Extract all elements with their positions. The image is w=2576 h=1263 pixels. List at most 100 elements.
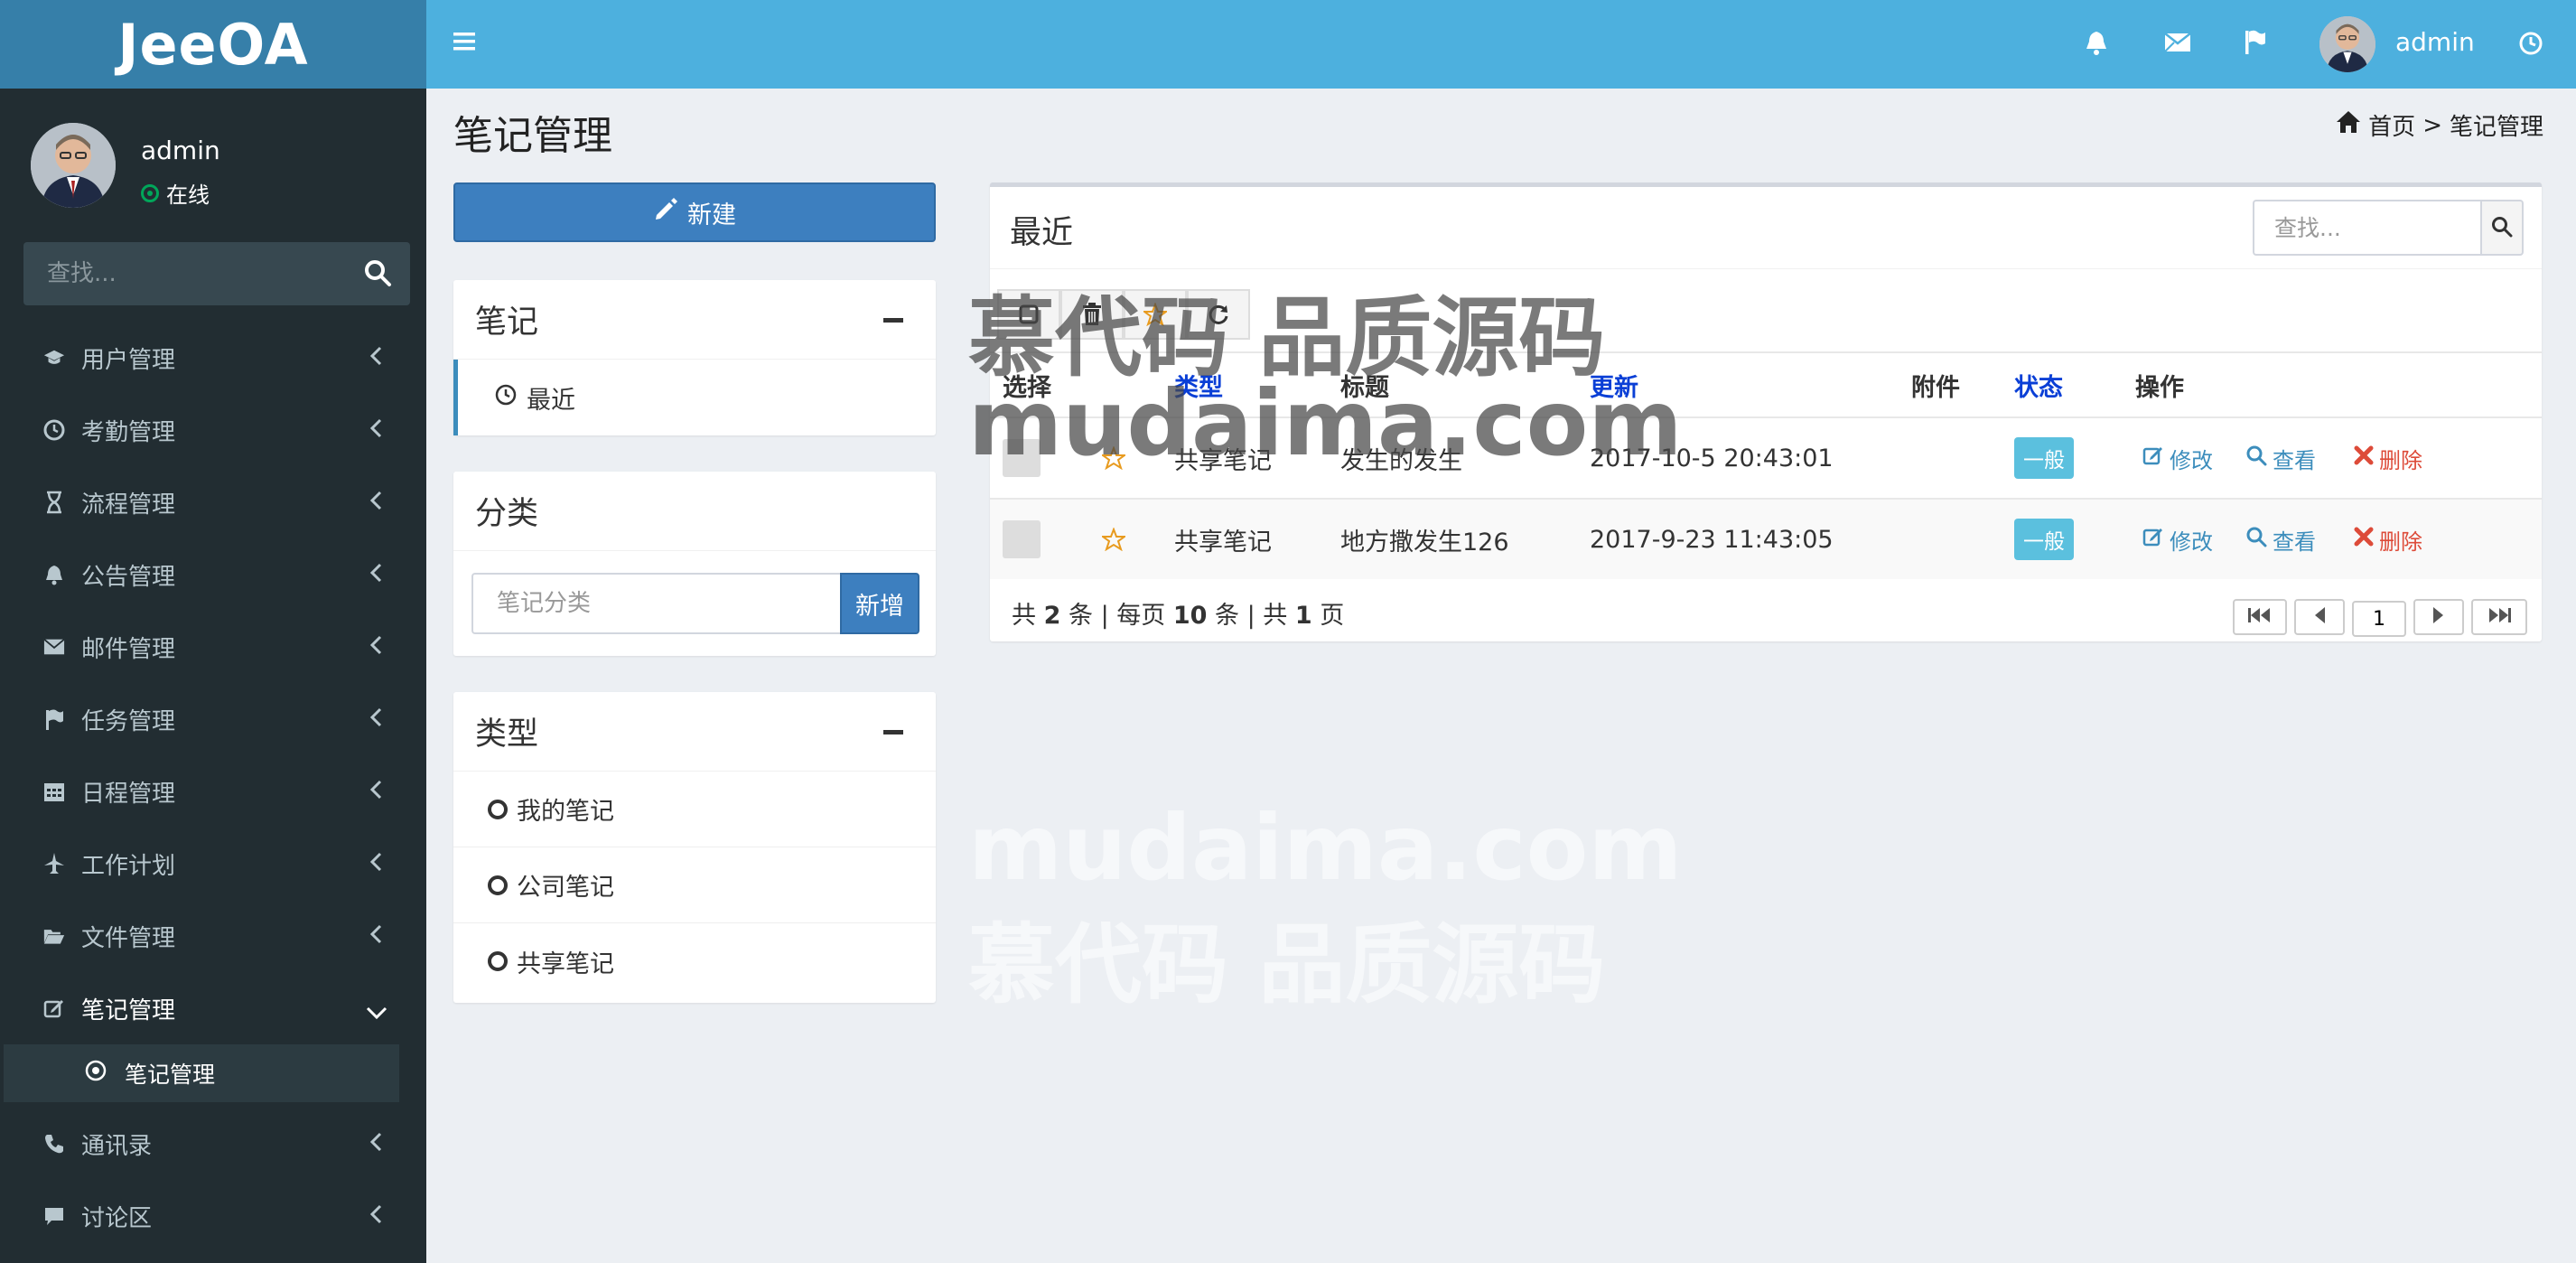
sidebar-item-files[interactable]: 文件管理 — [0, 900, 426, 972]
breadcrumb-separator: > — [2422, 111, 2442, 139]
row-checkbox[interactable] — [1003, 520, 1041, 558]
sidebar-item-users[interactable]: 用户管理 — [0, 322, 426, 394]
sidebar-item-tasks[interactable]: 任务管理 — [0, 683, 426, 755]
category-input[interactable] — [471, 573, 840, 634]
sidebar-item-label: 工作计划 — [81, 852, 176, 880]
sidebar-item-work-plan[interactable]: 工作计划 — [0, 828, 426, 900]
type-nav-company[interactable]: 公司笔记 — [453, 847, 936, 923]
chevron-left-icon — [369, 1203, 383, 1231]
edit-label: 修改 — [2170, 529, 2213, 555]
type-nav-label: 共享笔记 — [517, 950, 614, 978]
prev-page-button[interactable] — [2294, 599, 2345, 635]
col-status[interactable]: 状态 — [2014, 353, 2063, 416]
pager-text: 页 — [1320, 602, 1345, 630]
avatar[interactable] — [2319, 16, 2375, 72]
type-nav-shared[interactable]: 共享笔记 — [453, 923, 936, 999]
envelope-icon[interactable] — [2164, 33, 2191, 56]
circle-icon — [488, 951, 508, 971]
collapse-icon[interactable] — [883, 730, 903, 734]
watermark-en-top: mudaima.com — [968, 370, 1683, 476]
sidebar-item-attendance[interactable]: 考勤管理 — [0, 394, 426, 466]
panel-search-input[interactable] — [2253, 200, 2480, 256]
sidebar-item-notes[interactable]: 笔记管理 — [0, 972, 426, 1044]
view-label: 查看 — [2273, 447, 2316, 473]
fast-backward-icon — [2246, 606, 2273, 628]
category-box-header: 分类 — [453, 472, 936, 551]
notes-nav-label: 最近 — [527, 386, 575, 415]
breadcrumb-home[interactable]: 首页 — [2368, 108, 2415, 142]
sidebar-item-label: 任务管理 — [81, 707, 176, 735]
chevron-down-icon — [365, 999, 388, 1026]
avatar — [31, 123, 116, 208]
circle-icon — [488, 799, 508, 819]
sidebar-username: admin — [141, 136, 220, 165]
comment-icon — [43, 1205, 65, 1227]
edit-icon — [2142, 444, 2164, 472]
watermark-en-bottom: mudaima.com — [968, 795, 1683, 901]
chevron-left-icon — [369, 706, 383, 734]
panel-search-button[interactable] — [2480, 200, 2524, 256]
notes-nav-recent[interactable]: 最近 — [453, 360, 936, 435]
next-page-button[interactable] — [2413, 599, 2464, 635]
sidebar-item-contacts[interactable]: 通讯录 — [0, 1108, 426, 1180]
breadcrumb-current: 笔记管理 — [2449, 114, 2543, 141]
first-page-button[interactable] — [2233, 599, 2287, 635]
sidebar-item-mail[interactable]: 邮件管理 — [0, 611, 426, 683]
new-note-label: 新建 — [687, 201, 736, 229]
sidebar-item-label: 日程管理 — [81, 780, 176, 808]
home-icon[interactable] — [2336, 110, 2361, 140]
star-icon[interactable] — [1102, 500, 1125, 579]
new-note-button[interactable]: 新建 — [453, 182, 936, 242]
collapse-icon[interactable] — [883, 318, 903, 323]
type-nav-mine[interactable]: 我的笔记 — [453, 772, 936, 847]
type-box: 类型 我的笔记 公司笔记 共享笔记 — [453, 692, 936, 1003]
edit-label: 修改 — [2170, 447, 2213, 473]
row-type: 共享笔记 — [1174, 528, 1272, 557]
sidebar-search — [23, 242, 410, 305]
fast-forward-icon — [2486, 606, 2513, 628]
add-category-button[interactable]: 新增 — [840, 573, 919, 634]
sidebar-search-input[interactable] — [23, 242, 349, 305]
view-button[interactable]: 查看 — [2245, 524, 2316, 556]
bell-icon — [43, 564, 65, 585]
panel-search — [2253, 200, 2524, 256]
logo[interactable]: JeeOA — [0, 0, 426, 89]
sidebar-item-announcements[interactable]: 公告管理 — [0, 538, 426, 611]
view-button[interactable]: 查看 — [2245, 443, 2316, 474]
category-box: 分类 新增 — [453, 472, 936, 656]
search-icon[interactable] — [363, 258, 392, 291]
flag-icon[interactable] — [2244, 29, 2267, 60]
sidebar-item-workflow[interactable]: 流程管理 — [0, 466, 426, 538]
flag-icon — [43, 708, 65, 730]
last-page-button[interactable] — [2471, 599, 2527, 635]
page-number-input[interactable] — [2352, 601, 2406, 637]
sidebar-subitem-label: 笔记管理 — [125, 1062, 216, 1088]
sidebar-menu: 用户管理 考勤管理 流程管理 公告管理 邮件管理 任务管理 日程管理 工作计划 … — [0, 322, 426, 1252]
view-label: 查看 — [2273, 529, 2316, 555]
chevron-left-icon — [369, 851, 383, 879]
pager-text: 条 | 每页 — [1068, 602, 1166, 630]
chevron-left-icon — [369, 779, 383, 807]
edit-button[interactable]: 修改 — [2142, 443, 2213, 474]
sidebar-item-label: 通讯录 — [81, 1132, 153, 1160]
sidebar-item-forum[interactable]: 讨论区 — [0, 1180, 426, 1252]
sidebar-subitem-notes-manage[interactable]: 笔记管理 — [4, 1044, 399, 1102]
bell-icon[interactable] — [2085, 29, 2108, 60]
sidebar-item-label: 用户管理 — [81, 346, 176, 374]
panel-title: 最近 — [1010, 215, 1074, 251]
hourglass-icon — [43, 491, 65, 514]
menu-toggle-icon[interactable] — [453, 27, 479, 60]
search-icon — [2245, 444, 2267, 472]
topbar-username[interactable]: admin — [2395, 27, 2475, 57]
chevron-left-icon — [369, 417, 383, 445]
edit-button[interactable]: 修改 — [2142, 524, 2213, 556]
sidebar-item-schedule[interactable]: 日程管理 — [0, 755, 426, 828]
type-nav-label: 我的笔记 — [517, 798, 614, 826]
clock-icon[interactable] — [2518, 31, 2543, 60]
delete-button[interactable]: 删除 — [2354, 443, 2422, 474]
notes-box-header: 笔记 — [453, 280, 936, 360]
row-title[interactable]: 地方撒发生126 — [1340, 500, 1509, 579]
sidebar: JeeOA admin 在线 用户管理 考勤管理 — [0, 0, 426, 1263]
type-box-header: 类型 — [453, 692, 936, 772]
delete-button[interactable]: 删除 — [2354, 524, 2422, 556]
